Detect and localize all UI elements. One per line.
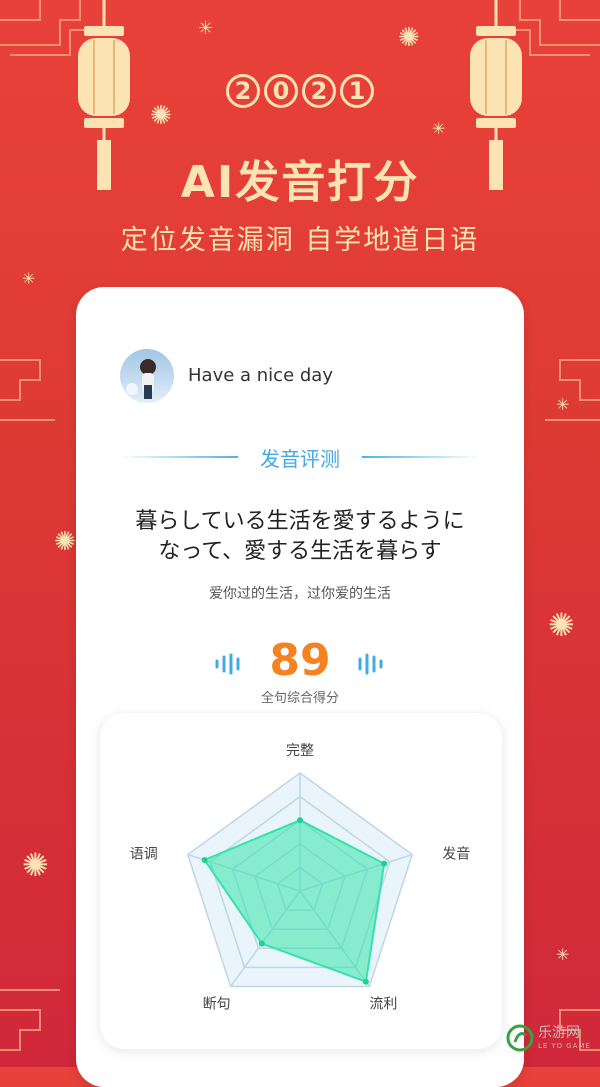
svg-text:✺: ✺ — [548, 606, 575, 644]
svg-text:✳: ✳ — [556, 395, 569, 414]
svg-text:✳: ✳ — [556, 945, 569, 964]
radar-data-point — [201, 857, 208, 864]
radar-chart: 完整发音流利 断句 语调 — [130, 743, 470, 1012]
year-digit: 1 — [340, 74, 374, 108]
radar-data-point — [297, 817, 303, 824]
headline: AI发音打分 — [180, 157, 420, 208]
svg-text:✳: ✳ — [198, 18, 213, 39]
section-header: 发音评测 — [120, 443, 480, 471]
year-digit: 2 — [302, 74, 336, 108]
year-digit: 0 — [264, 74, 298, 108]
svg-text:✺: ✺ — [398, 23, 420, 53]
svg-text:✺: ✺ — [22, 846, 49, 884]
divider-right — [362, 456, 480, 458]
overall-score: 89 — [269, 635, 331, 686]
japanese-sentence: 暮らしている生活を愛するように なって、愛する生活を暮らす — [96, 507, 504, 567]
radar-axis-label: 发音 — [442, 846, 470, 863]
score-label: 全句综合得分 — [260, 691, 339, 706]
sentence-line-2: なって、愛する生活を暮らす — [158, 539, 442, 564]
watermark-logo-icon — [506, 1024, 534, 1052]
soundwave-left-icon — [215, 653, 240, 675]
soundwave-right-icon — [358, 653, 383, 675]
year-badges: 2 0 2 1 — [0, 74, 600, 108]
subline: 定位发音漏洞 自学地道日语 — [120, 225, 480, 256]
svg-text:✺: ✺ — [54, 527, 76, 557]
sentence-line-1: 暮らしている生活を愛するように — [135, 509, 465, 534]
year-digit: 2 — [226, 74, 260, 108]
watermark: 乐游网 LE YO GAME — [504, 1018, 594, 1064]
radar-data-point — [258, 940, 265, 947]
username: Have a nice day — [188, 365, 333, 386]
svg-text:✳: ✳ — [22, 269, 35, 288]
radar-chart-panel: 完整发音流利 断句 语调 — [100, 713, 502, 1049]
watermark-text: 乐游网 — [538, 1025, 580, 1041]
avatar[interactable] — [120, 349, 174, 403]
watermark-subtext: LE YO GAME — [538, 1042, 591, 1050]
radar-axis-label: 流利 — [369, 996, 397, 1012]
radar-axis-label: 断句 — [203, 996, 231, 1012]
radar-data-point — [362, 978, 369, 985]
radar-axis-label: 完整 — [286, 743, 314, 759]
chinese-translation: 爱你过的生活，过你爱的生活 — [209, 586, 391, 602]
radar-axis-label: 语调 — [130, 847, 158, 863]
svg-text:✳: ✳ — [432, 119, 445, 138]
score-row: 89 — [76, 635, 524, 691]
radar-data-point — [381, 860, 388, 867]
evaluation-card: Have a nice day 发音评测 暮らしている生活を愛するように なって… — [76, 287, 524, 1087]
